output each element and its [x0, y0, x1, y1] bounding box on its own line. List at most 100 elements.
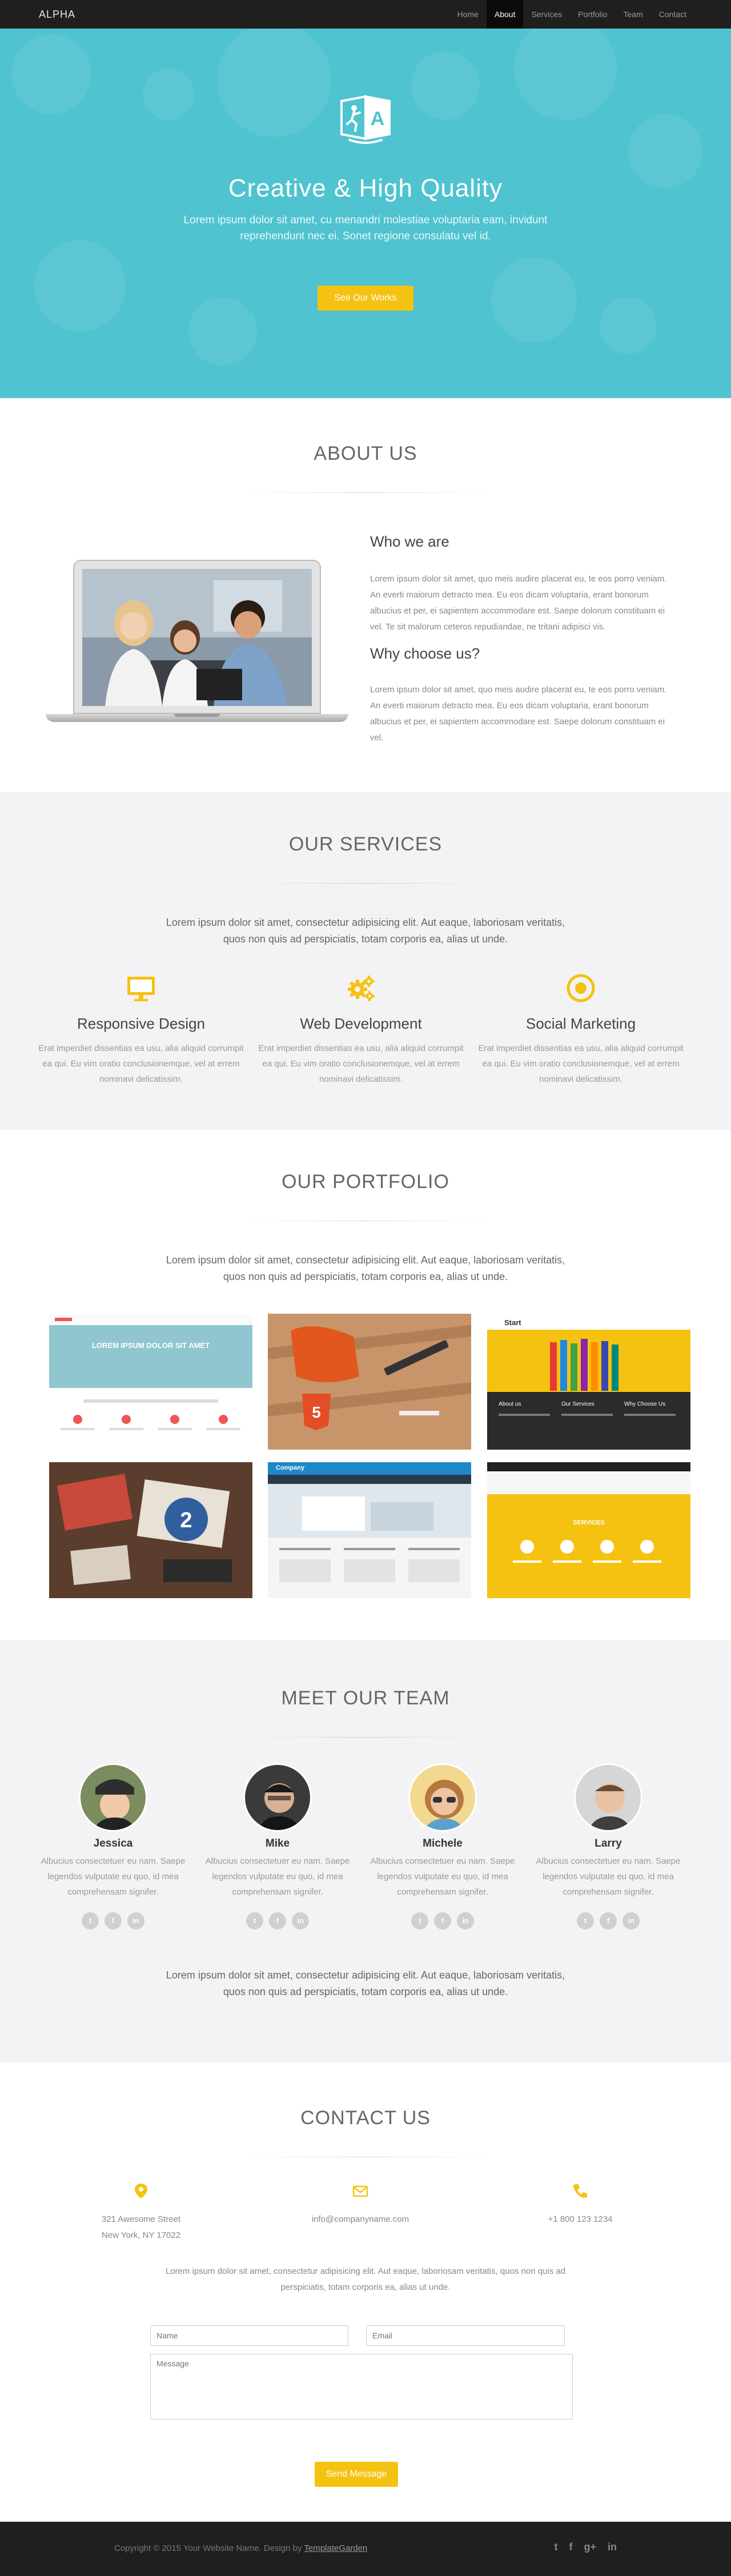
bokeh-decoration: [514, 17, 617, 120]
svg-text:A: A: [371, 108, 385, 130]
nav-item-services[interactable]: Services: [523, 0, 570, 29]
team-member-jessica: Jessica Albucius consectetuer eu nam. Sa…: [36, 1763, 190, 1929]
designer-link[interactable]: TemplateGarden: [304, 2543, 367, 2553]
facebook-icon[interactable]: f: [600, 1912, 617, 1929]
services-section: OUR SERVICES Lorem ipsum dolor sit amet,…: [0, 792, 731, 1130]
laptop-lid: [73, 560, 321, 714]
google-plus-icon[interactable]: g+: [584, 2541, 596, 2553]
member-socials: t f in: [366, 1912, 520, 1929]
portfolio-item-5[interactable]: Company: [268, 1462, 471, 1598]
nav-item-portfolio[interactable]: Portfolio: [570, 0, 615, 29]
thumb-headline: LOREM IPSUM DOLOR SIT AMET: [91, 1341, 210, 1350]
address-line-2: New York, NY 17022: [101, 2230, 181, 2240]
bokeh-decoration: [143, 69, 194, 120]
linkedin-icon[interactable]: in: [457, 1912, 474, 1929]
footer: Copyright © 2015 Your Website Name. Desi…: [0, 2522, 731, 2576]
about-title: ABOUT US: [314, 443, 417, 464]
portfolio-item-3[interactable]: Start About us Our Services Why Choose U…: [487, 1314, 690, 1450]
copyright-text: Copyright © 2015 Your Website Name. Desi…: [114, 2543, 304, 2553]
member-name: Larry: [595, 1837, 622, 1849]
business-mockup-image: [268, 1462, 471, 1598]
target-icon: [567, 974, 595, 1002]
email-input[interactable]: [366, 2325, 565, 2346]
twitter-icon[interactable]: t: [411, 1912, 428, 1929]
portfolio-item-6[interactable]: SERVICES: [487, 1462, 690, 1598]
linkedin-icon[interactable]: in: [622, 1912, 640, 1929]
message-textarea[interactable]: [150, 2354, 573, 2419]
brand-logo[interactable]: ALPHA: [39, 9, 75, 21]
services-title: OUR SERVICES: [288, 833, 443, 855]
services-intro: Lorem ipsum dolor sit amet, consectetur …: [166, 917, 565, 945]
name-input[interactable]: [150, 2325, 348, 2346]
email-text[interactable]: info@companyname.com: [275, 2212, 446, 2228]
nav-item-about[interactable]: About: [486, 0, 524, 29]
team-member-michele: Michele Albucius consectetuer eu nam. Sa…: [366, 1763, 520, 1929]
service-web-development: Web Development Erat imperdiet dissentia…: [255, 972, 467, 1087]
twitter-icon[interactable]: t: [577, 1912, 594, 1929]
service-responsive-design: Responsive Design Erat imperdiet dissent…: [35, 972, 247, 1087]
bokeh-decoration: [188, 297, 257, 366]
pencils-mockup-image: [487, 1314, 690, 1450]
bokeh-decoration: [491, 257, 577, 343]
avatar: [243, 1763, 312, 1832]
thumb-brand: Company: [276, 1464, 305, 1471]
member-bio: Albucius consectetuer eu nam. Saepe lege…: [41, 1856, 186, 1897]
phone-icon: [573, 2184, 587, 2198]
linkedin-icon[interactable]: in: [608, 2541, 617, 2553]
nav-item-team[interactable]: Team: [616, 0, 651, 29]
section-divider: [240, 883, 491, 884]
twitter-icon[interactable]: t: [82, 1912, 99, 1929]
address-line-1: 321 Awesome Street: [101, 2214, 181, 2224]
bokeh-decoration: [217, 23, 331, 137]
portfolio-item-1[interactable]: LOREM IPSUM DOLOR SIT AMET: [49, 1314, 252, 1450]
twitter-icon[interactable]: t: [246, 1912, 263, 1929]
team-member-larry: Larry Albucius consectetuer eu nam. Saep…: [531, 1763, 685, 1929]
nav-item-home[interactable]: Home: [449, 0, 487, 29]
portfolio-title: OUR PORTFOLIO: [282, 1171, 449, 1193]
team-photo: [82, 569, 312, 706]
send-message-button[interactable]: Send Message: [315, 2462, 398, 2487]
portfolio-section: OUR PORTFOLIO Lorem ipsum dolor sit amet…: [0, 1130, 731, 1640]
contact-address: 321 Awesome Street New York, NY 17022: [55, 2182, 227, 2244]
service-title: Social Marketing: [525, 1015, 636, 1032]
html5-desk-image: 5: [268, 1314, 471, 1450]
nav-item-contact[interactable]: Contact: [651, 0, 694, 29]
facebook-icon[interactable]: f: [269, 1912, 286, 1929]
team-member-mike: Mike Albucius consectetuer eu nam. Saepe…: [200, 1763, 355, 1929]
contact-section: CONTACT US 321 Awesome Street New York, …: [0, 2063, 731, 2522]
facebook-icon[interactable]: f: [434, 1912, 451, 1929]
member-name: Jessica: [93, 1837, 133, 1849]
facebook-icon[interactable]: f: [569, 2541, 572, 2553]
svg-text:5: 5: [312, 1403, 321, 1421]
translate-logo-icon: A: [340, 95, 391, 144]
facebook-icon[interactable]: f: [105, 1912, 122, 1929]
portfolio-item-2[interactable]: 5: [268, 1314, 471, 1450]
member-name: Michele: [423, 1837, 463, 1849]
contact-intro: Lorem ipsum dolor sit amet, consectetur …: [165, 2266, 566, 2292]
thumb-col-label: Why Choose Us: [624, 1401, 666, 1407]
website-mockup-image: [49, 1314, 252, 1450]
linkedin-icon[interactable]: in: [292, 1912, 309, 1929]
avatar: [408, 1763, 477, 1832]
bokeh-decoration: [600, 297, 657, 354]
services-mockup-image: [487, 1462, 690, 1598]
gears-icon: [348, 976, 375, 1001]
member-socials: t f in: [200, 1912, 355, 1929]
member-bio: Albucius consectetuer eu nam. Saepe lege…: [370, 1856, 515, 1897]
member-bio: Albucius consectetuer eu nam. Saepe lege…: [205, 1856, 350, 1897]
envelope-icon: [352, 2185, 368, 2197]
twitter-icon[interactable]: t: [554, 2541, 557, 2553]
member-socials: t f in: [531, 1912, 685, 1929]
bokeh-decoration: [11, 34, 91, 114]
nav-menu: Home About Services Portfolio Team Conta…: [449, 0, 694, 29]
thumb-brand: Start: [504, 1318, 521, 1327]
copyright: Copyright © 2015 Your Website Name. Desi…: [114, 2543, 367, 2553]
hero-section: A Creative & High Quality Lorem ipsum do…: [0, 0, 731, 398]
linkedin-icon[interactable]: in: [127, 1912, 144, 1929]
phone-text[interactable]: +1 800 123 1234: [495, 2212, 666, 2228]
portfolio-item-4[interactable]: 2: [49, 1462, 252, 1598]
service-text: Erat imperdiet dissentias ea usu, alia a…: [258, 1044, 464, 1084]
service-title: Responsive Design: [77, 1015, 205, 1032]
see-works-button[interactable]: See Our Works: [318, 286, 413, 311]
member-socials: t f in: [36, 1912, 190, 1929]
